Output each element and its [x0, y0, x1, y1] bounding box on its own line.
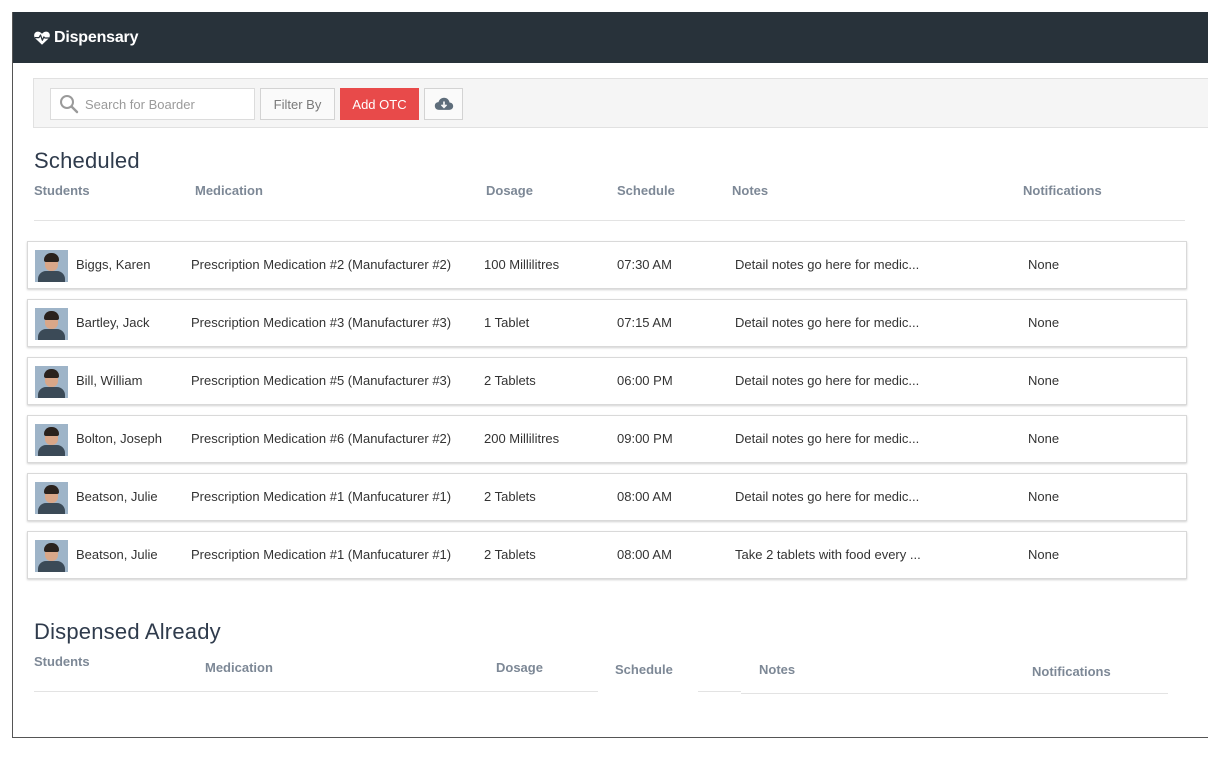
student-name: Bill, William: [76, 373, 143, 388]
table-row[interactable]: Bill, William Prescription Medication #5…: [27, 357, 1187, 405]
table-row[interactable]: Biggs, Karen Prescription Medication #2 …: [27, 241, 1187, 289]
student-name: Bartley, Jack: [76, 315, 150, 330]
student-name: Biggs, Karen: [76, 257, 151, 272]
student-name: Bolton, Joseph: [76, 431, 163, 446]
search-icon: [60, 95, 79, 114]
medication-cell: Prescription Medication #1 (Manfucaturer…: [191, 547, 452, 562]
avatar: [35, 308, 68, 340]
notifications-cell: None: [1028, 373, 1060, 388]
filter-by-button[interactable]: Filter By: [260, 88, 335, 120]
col-dosage: Dosage: [496, 660, 543, 675]
schedule-cell: 06:00 PM: [617, 373, 673, 388]
avatar: [35, 366, 68, 398]
avatar: [35, 540, 68, 572]
col-notifications: Notifications: [1023, 183, 1102, 198]
medication-cell: Prescription Medication #6 (Manufacturer…: [191, 431, 452, 446]
schedule-cell: 07:15 AM: [617, 315, 672, 330]
notes-cell: Detail notes go here for medic...: [735, 373, 920, 388]
brand[interactable]: Dispensary: [33, 29, 138, 47]
notifications-cell: None: [1028, 257, 1060, 272]
schedule-cell: 09:00 PM: [617, 431, 673, 446]
dosage-cell: 100 Millilitres: [484, 257, 560, 272]
student-name: Beatson, Julie: [76, 547, 158, 562]
notes-cell: Take 2 tablets with food every ...: [735, 547, 921, 562]
toolbar: Filter By Add OTC: [33, 78, 1208, 128]
search-box[interactable]: [50, 88, 255, 120]
medication-cell: Prescription Medication #5 (Manufacturer…: [191, 373, 452, 388]
notifications-cell: None: [1028, 547, 1060, 562]
header-divider: [741, 693, 1168, 694]
schedule-cell: 08:00 AM: [617, 547, 672, 562]
col-dosage: Dosage: [486, 183, 533, 198]
schedule-cell: 07:30 AM: [617, 257, 672, 272]
col-medication: Medication: [205, 660, 273, 675]
table-row[interactable]: Beatson, Julie Prescription Medication #…: [27, 473, 1187, 521]
col-notifications: Notifications: [1032, 664, 1111, 679]
search-input[interactable]: [85, 96, 245, 112]
table-row[interactable]: Bolton, Joseph Prescription Medication #…: [27, 415, 1187, 463]
dosage-cell: 2 Tablets: [484, 547, 536, 562]
notifications-cell: None: [1028, 431, 1060, 446]
avatar: [35, 250, 68, 282]
notifications-cell: None: [1028, 489, 1060, 504]
schedule-cell: 08:00 AM: [617, 489, 672, 504]
top-bar: Dispensary: [13, 12, 1208, 63]
notes-cell: Detail notes go here for medic...: [735, 431, 920, 446]
table-row[interactable]: Bartley, Jack Prescription Medication #3…: [27, 299, 1187, 347]
scheduled-title: Scheduled: [34, 148, 140, 173]
col-schedule: Schedule: [617, 183, 675, 198]
medication-cell: Prescription Medication #1 (Manfucaturer…: [191, 489, 452, 504]
avatar: [35, 482, 68, 514]
header-divider: [34, 220, 1185, 221]
dosage-cell: 1 Tablet: [484, 315, 530, 330]
avatar: [35, 424, 68, 456]
medication-cell: Prescription Medication #3 (Manufacturer…: [191, 315, 452, 330]
notes-cell: Detail notes go here for medic...: [735, 315, 920, 330]
medication-cell: Prescription Medication #2 (Manufacturer…: [191, 257, 452, 272]
col-notes: Notes: [732, 183, 769, 198]
col-medication: Medication: [195, 183, 263, 198]
dosage-cell: 2 Tablets: [484, 489, 536, 504]
col-students: Students: [34, 654, 90, 669]
header-divider: [698, 691, 741, 692]
col-notes: Notes: [759, 662, 796, 677]
add-otc-button[interactable]: Add OTC: [340, 88, 419, 120]
notes-cell: Detail notes go here for medic...: [735, 257, 920, 272]
notifications-cell: None: [1028, 315, 1060, 330]
download-button[interactable]: [424, 88, 463, 120]
dosage-cell: 200 Millilitres: [484, 431, 560, 446]
header-divider: [34, 691, 598, 692]
dispensed-title: Dispensed Already: [34, 619, 221, 644]
col-students: Students: [34, 183, 90, 198]
app-window: Dispensary Filter By Add OTC Scheduled S…: [12, 12, 1208, 738]
app-title: Dispensary: [54, 28, 139, 46]
dosage-cell: 2 Tablets: [484, 373, 536, 388]
student-name: Beatson, Julie: [76, 489, 158, 504]
cloud-download-icon: [434, 97, 453, 110]
heartbeat-icon: [34, 31, 50, 45]
notes-cell: Detail notes go here for medic...: [735, 489, 920, 504]
col-schedule: Schedule: [615, 662, 673, 677]
table-row[interactable]: Beatson, Julie Prescription Medication #…: [27, 531, 1187, 579]
